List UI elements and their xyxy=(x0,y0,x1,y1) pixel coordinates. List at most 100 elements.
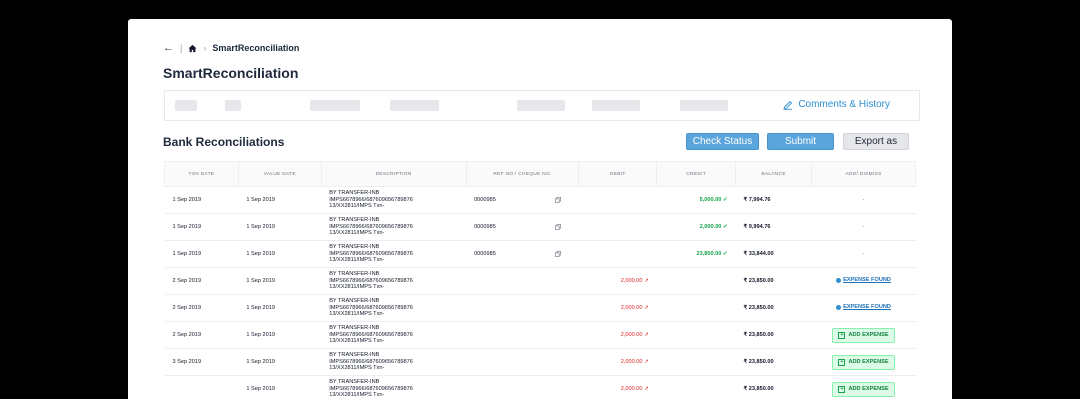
balance-cell: ₹ 33,844.00 xyxy=(736,241,812,268)
breadcrumb-current: SmartReconciliation xyxy=(212,43,299,53)
description-line: IMPS6678966/687609656789876 xyxy=(329,197,458,204)
skeleton-placeholder xyxy=(517,100,565,111)
description-line: IMPS6678966/687609656789876 xyxy=(329,278,458,285)
no-action-dash: - xyxy=(863,251,865,257)
description-line: BY TRANSFER-INB xyxy=(329,217,458,224)
ref-cell: 0000985 xyxy=(466,214,579,241)
table-row[interactable]: 1 Sep 2019 1 Sep 2019 BY TRANSFER-INB IM… xyxy=(165,214,916,241)
export-button[interactable]: Export as xyxy=(843,133,909,150)
column-header[interactable]: CREDIT xyxy=(657,162,736,187)
debit-cell xyxy=(579,214,657,241)
credit-cell: 23,850.00 ✓ xyxy=(657,241,736,268)
plus-icon: + xyxy=(838,386,845,393)
copy-icon[interactable] xyxy=(555,224,561,230)
column-header[interactable]: ADD/ DISMISS xyxy=(812,162,916,187)
ref-cell xyxy=(466,268,579,295)
balance-cell: ₹ 9,994.76 xyxy=(736,214,812,241)
value-date-cell: 1 Sep 2019 xyxy=(238,376,321,399)
balance-cell: ₹ 23,850.00 xyxy=(736,349,812,376)
value-date-cell: 1 Sep 2019 xyxy=(238,268,321,295)
balance-cell: ₹ 23,850.00 xyxy=(736,322,812,349)
table-row[interactable]: 1 Sep 2019 BY TRANSFER-INB IMPS6678966/6… xyxy=(165,376,916,399)
reconciliation-table: TXN DATE VALUE DATE DESCRIPTION REF NO./… xyxy=(164,161,916,399)
description-line: 13/XX2811/IMPS Txn- xyxy=(329,311,458,318)
description-line: IMPS6678966/687609656789876 xyxy=(329,251,458,258)
table-row[interactable]: 2 Sep 2019 1 Sep 2019 BY TRANSFER-INB IM… xyxy=(165,322,916,349)
info-bar: Comments & History xyxy=(164,90,920,121)
description-line: IMPS6678966/687609656789876 xyxy=(329,332,458,339)
skeleton-placeholder xyxy=(175,100,197,111)
txn-date-cell: 3 Sep 2019 xyxy=(165,349,239,376)
column-header[interactable]: DEBIT xyxy=(579,162,657,187)
credit-cell xyxy=(657,268,736,295)
action-cell: - xyxy=(812,187,916,214)
description-line: BY TRANSFER-INB xyxy=(329,190,458,197)
column-header[interactable]: REF NO./ CHEQUE NO. xyxy=(466,162,579,187)
column-header[interactable]: TXN DATE xyxy=(165,162,239,187)
description-line: BY TRANSFER-INB xyxy=(329,298,458,305)
description-line: 13/XX2811/IMPS Txn- xyxy=(329,230,458,237)
check-status-button[interactable]: Check Status xyxy=(686,133,759,150)
ref-number: 0000985 xyxy=(474,224,496,230)
description-line: 13/XX2811/IMPS Txn- xyxy=(329,365,458,372)
credit-cell xyxy=(657,322,736,349)
plus-icon: + xyxy=(838,332,845,339)
back-arrow-icon[interactable]: ← xyxy=(163,42,174,54)
credit-cell: 2,000.00 ✓ xyxy=(657,214,736,241)
expense-found-link[interactable]: EXPENSE FOUND xyxy=(836,277,891,283)
table-row[interactable]: 2 Sep 2019 1 Sep 2019 BY TRANSFER-INB IM… xyxy=(165,268,916,295)
copy-icon[interactable] xyxy=(555,251,561,257)
description-cell: BY TRANSFER-INB IMPS6678966/687609656789… xyxy=(321,187,466,214)
skeleton-placeholder xyxy=(680,100,728,111)
description-line: 13/XX2811/IMPS Txn- xyxy=(329,284,458,291)
skeleton-placeholder xyxy=(310,100,360,111)
credit-cell: 5,000.00 ✓ xyxy=(657,187,736,214)
debit-cell xyxy=(579,187,657,214)
table-header-row: TXN DATE VALUE DATE DESCRIPTION REF NO./… xyxy=(165,162,916,187)
expense-found-link[interactable]: EXPENSE FOUND xyxy=(836,304,891,310)
description-line: IMPS6678966/687609656789876 xyxy=(329,359,458,366)
column-header[interactable]: DESCRIPTION xyxy=(321,162,466,187)
balance-cell: ₹ 23,850.00 xyxy=(736,268,812,295)
description-line: IMPS6678966/687609656789876 xyxy=(329,305,458,312)
action-cell: - xyxy=(812,241,916,268)
description-cell: BY TRANSFER-INB IMPS6678966/687609656789… xyxy=(321,268,466,295)
table-row[interactable]: 3 Sep 2019 1 Sep 2019 BY TRANSFER-INB IM… xyxy=(165,349,916,376)
balance-cell: ₹ 23,850.00 xyxy=(736,295,812,322)
add-expense-label: ADD EXPENSE xyxy=(848,359,888,365)
comments-history-link[interactable]: Comments & History xyxy=(783,99,890,110)
home-icon[interactable] xyxy=(188,44,197,53)
table-row[interactable]: 1 Sep 2019 1 Sep 2019 BY TRANSFER-INB IM… xyxy=(165,241,916,268)
add-expense-label: ADD EXPENSE xyxy=(848,386,888,392)
credit-cell xyxy=(657,349,736,376)
value-date-cell: 1 Sep 2019 xyxy=(238,322,321,349)
txn-date-cell xyxy=(165,376,239,399)
description-line: IMPS6678966/687609656789876 xyxy=(329,224,458,231)
expense-found-label: EXPENSE FOUND xyxy=(843,304,891,310)
credit-cell xyxy=(657,376,736,399)
column-header[interactable]: VALUE DATE xyxy=(238,162,321,187)
comments-history-label: Comments & History xyxy=(798,99,890,110)
balance-cell: ₹ 23,850.00 xyxy=(736,376,812,399)
column-header[interactable]: BALANCE xyxy=(736,162,812,187)
page-title: SmartReconciliation xyxy=(163,65,298,81)
info-dot-icon xyxy=(836,305,841,310)
description-cell: BY TRANSFER-INB IMPS6678966/687609656789… xyxy=(321,322,466,349)
copy-icon[interactable] xyxy=(555,197,561,203)
ref-number: 0000985 xyxy=(474,251,496,257)
add-expense-button[interactable]: +ADD EXPENSE xyxy=(832,382,894,397)
ref-cell xyxy=(466,322,579,349)
table-row[interactable]: 1 Sep 2019 1 Sep 2019 BY TRANSFER-INB IM… xyxy=(165,187,916,214)
balance-cell: ₹ 7,994.76 xyxy=(736,187,812,214)
add-expense-button[interactable]: +ADD EXPENSE xyxy=(832,355,894,370)
description-line: 13/XX2811/IMPS Txn- xyxy=(329,203,458,210)
submit-button[interactable]: Submit xyxy=(767,133,834,150)
value-date-cell: 1 Sep 2019 xyxy=(238,187,321,214)
no-action-dash: - xyxy=(863,224,865,230)
section-title: Bank Reconciliations xyxy=(163,135,284,149)
table-row[interactable]: 2 Sep 2019 1 Sep 2019 BY TRANSFER-INB IM… xyxy=(165,295,916,322)
add-expense-button[interactable]: +ADD EXPENSE xyxy=(832,328,894,343)
skeleton-placeholder xyxy=(592,100,640,111)
pencil-icon xyxy=(783,100,793,110)
chevron-right-icon: › xyxy=(203,43,206,53)
